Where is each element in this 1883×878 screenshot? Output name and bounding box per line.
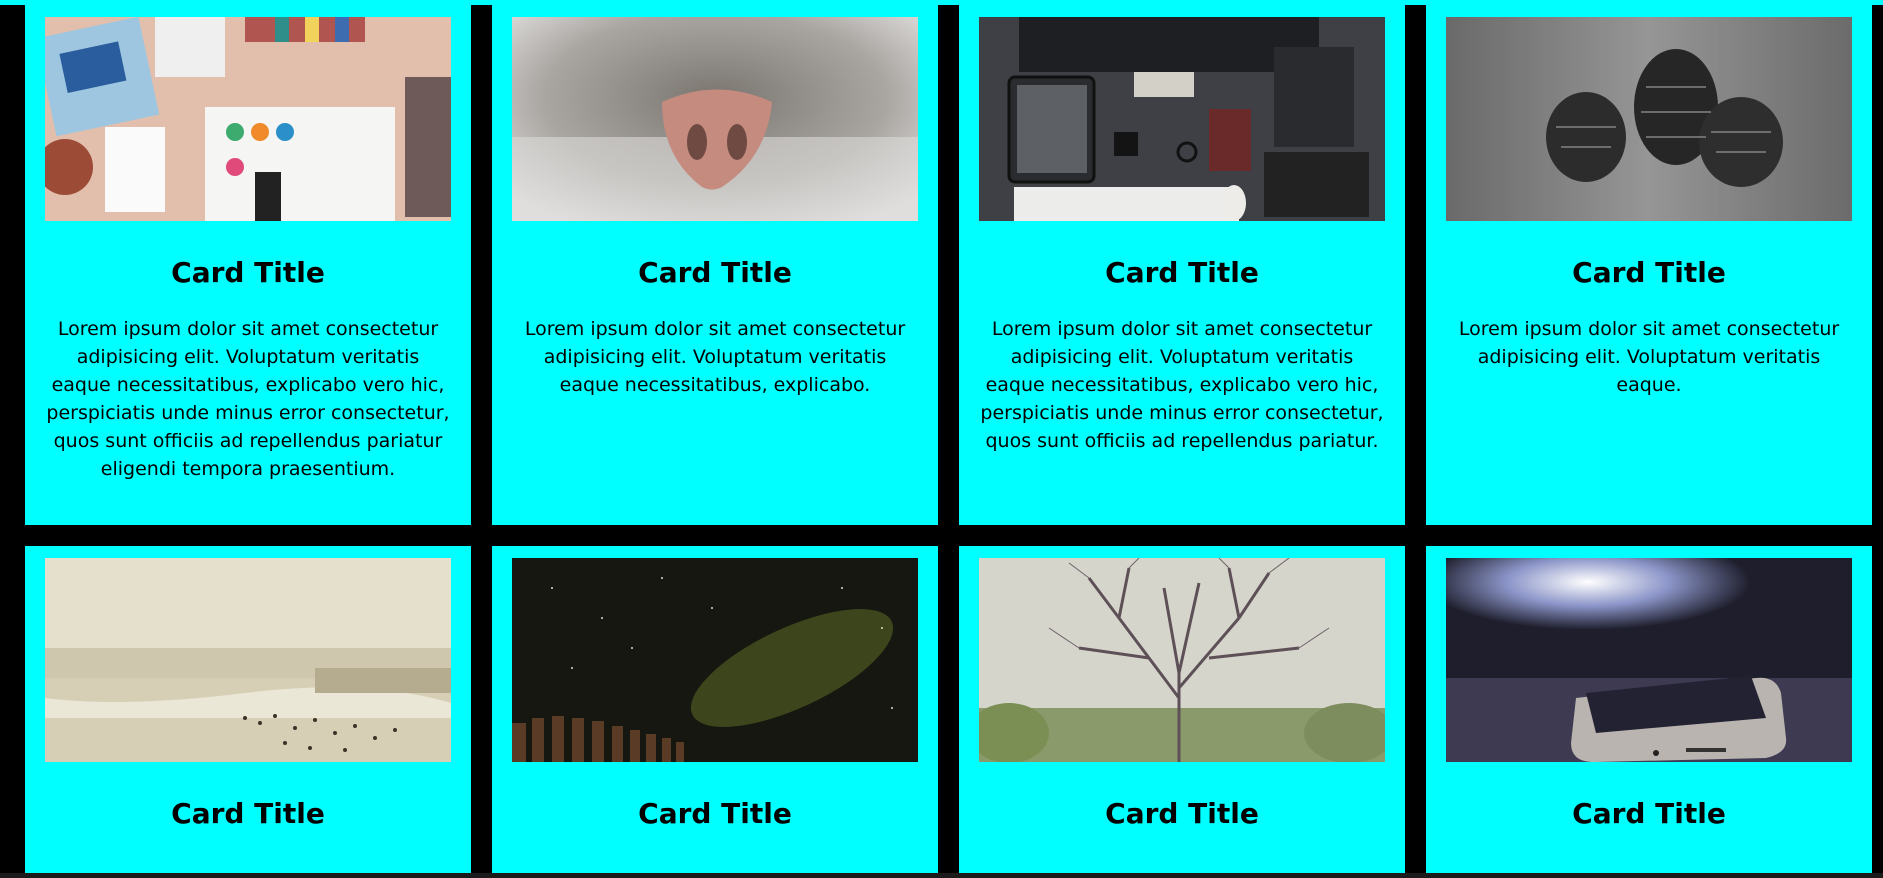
card-image-cat-nose — [512, 17, 918, 221]
card-text: Lorem ipsum dolor sit amet consectetur a… — [524, 318, 906, 396]
card-title: Card Title — [1572, 797, 1726, 830]
card-title: Card Title — [1105, 797, 1259, 830]
card-image-dark-desk-setup — [979, 17, 1385, 221]
card-text: Lorem ipsum dolor sit amet consectetur a… — [980, 318, 1384, 452]
card: Card Title — [959, 546, 1405, 876]
card-title: Card Title — [638, 256, 792, 289]
card-image-night-sky — [512, 558, 918, 762]
card-image-desk-flatlay — [45, 17, 451, 221]
card-image-beach — [45, 558, 451, 762]
card-text: Lorem ipsum dolor sit amet consectetur a… — [46, 318, 450, 480]
card-title: Card Title — [638, 797, 792, 830]
card: Card Title Lorem ipsum dolor sit amet co… — [25, 5, 471, 525]
card-title: Card Title — [1105, 256, 1259, 289]
bottom-border — [0, 873, 1883, 878]
card: Card Title — [492, 546, 938, 876]
card: Card Title — [25, 546, 471, 876]
card-image-pine-cones — [1446, 17, 1852, 221]
card-grid: Card Title Lorem ipsum dolor sit amet co… — [25, 5, 1883, 876]
card-title: Card Title — [171, 256, 325, 289]
card-text: Lorem ipsum dolor sit amet consectetur a… — [1458, 318, 1840, 396]
card-title: Card Title — [1572, 256, 1726, 289]
card-title: Card Title — [171, 797, 325, 830]
card: Card Title Lorem ipsum dolor sit amet co… — [1426, 5, 1872, 525]
card-image-smartphone — [1446, 558, 1852, 762]
card: Card Title Lorem ipsum dolor sit amet co… — [492, 5, 938, 525]
card: Card Title — [1426, 546, 1872, 876]
card: Card Title Lorem ipsum dolor sit amet co… — [959, 5, 1405, 525]
card-image-bare-tree — [979, 558, 1385, 762]
